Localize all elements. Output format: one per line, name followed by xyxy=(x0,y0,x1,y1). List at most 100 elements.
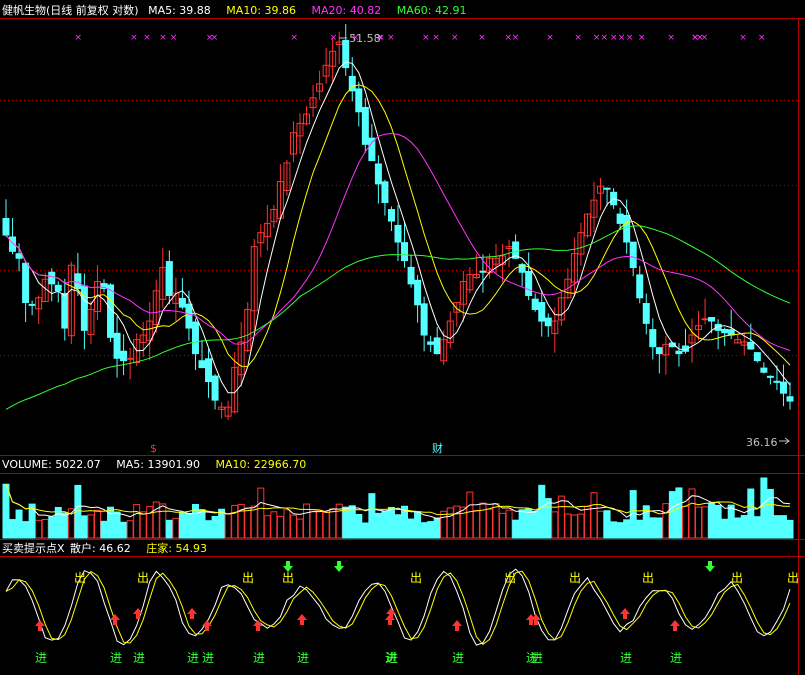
signal-marker: × xyxy=(546,33,554,43)
candle xyxy=(760,362,768,374)
signal-marker: × xyxy=(610,33,618,43)
candle-body xyxy=(15,253,23,259)
volume-bar xyxy=(551,511,559,539)
candle xyxy=(590,181,598,233)
volume-bar xyxy=(329,508,337,539)
candle xyxy=(250,239,258,331)
sell-label: 出 xyxy=(569,571,581,585)
buy-arrow xyxy=(620,608,630,619)
volume-bar xyxy=(257,487,265,539)
candle xyxy=(15,243,23,272)
ma60-legend: MA60: 42.91 xyxy=(396,4,467,17)
volume-bar xyxy=(165,519,173,539)
volume-bar xyxy=(492,503,500,539)
volume-bar xyxy=(113,511,121,539)
candle xyxy=(531,293,539,312)
candle xyxy=(525,252,533,301)
candle xyxy=(779,364,787,407)
indicator-title: 买卖提示点X xyxy=(2,542,65,555)
volume-bar xyxy=(466,491,474,539)
volume-bar xyxy=(361,522,369,539)
candle xyxy=(93,265,101,320)
volume-bar xyxy=(525,508,533,539)
volume-bar xyxy=(459,506,467,539)
signal-marker: × xyxy=(574,33,582,43)
volume-bar xyxy=(231,504,239,539)
candle-body xyxy=(74,273,82,290)
candle-body xyxy=(675,350,683,355)
signal-marker: × xyxy=(387,33,395,43)
volume-bar xyxy=(603,510,611,539)
volume-bar xyxy=(786,519,794,539)
candle xyxy=(564,268,572,300)
candle xyxy=(414,274,422,323)
candle-body xyxy=(531,298,539,310)
buy-arrow xyxy=(385,614,395,625)
volume-bar xyxy=(681,505,689,539)
volume-bar xyxy=(740,515,748,539)
candle xyxy=(61,278,69,341)
dealer-line xyxy=(5,570,791,646)
retail-legend: 散户: 46.62 xyxy=(70,542,131,555)
candle xyxy=(766,375,774,385)
candle xyxy=(557,291,565,326)
volume-bar xyxy=(2,483,10,539)
volume-bar xyxy=(747,488,755,539)
volume-ma10-legend: MA10: 22966.70 xyxy=(215,458,307,471)
volume-bar xyxy=(309,509,317,539)
volume-bar xyxy=(120,521,128,539)
sell-label: 出 xyxy=(242,571,254,585)
candle-body xyxy=(603,187,611,190)
signal-marker: × xyxy=(451,33,459,43)
candle xyxy=(35,295,43,325)
volume-bar xyxy=(655,517,663,539)
sell-label: 出 xyxy=(282,571,294,585)
volume-bar xyxy=(636,519,644,539)
dollar-marker: $ xyxy=(150,442,157,455)
volume-bar xyxy=(394,514,402,539)
volume-bar xyxy=(414,511,422,539)
candle-body xyxy=(786,396,794,402)
candle xyxy=(107,283,115,342)
candle xyxy=(355,81,363,127)
volume-bar xyxy=(753,516,761,539)
candle xyxy=(649,318,657,360)
candle xyxy=(28,300,36,316)
candle-body xyxy=(394,224,402,243)
volume-bar xyxy=(178,511,186,539)
candle xyxy=(446,311,454,349)
candle-body xyxy=(420,303,428,336)
candle xyxy=(22,260,30,323)
candle-body xyxy=(414,279,422,306)
candle xyxy=(433,327,441,355)
high-label: 51.58 xyxy=(349,32,381,45)
candle xyxy=(205,348,213,398)
candle xyxy=(139,321,147,357)
candle xyxy=(237,322,245,387)
candle xyxy=(263,204,271,251)
stock-name: 健帆生物 xyxy=(2,4,46,17)
volume-bar xyxy=(727,504,735,539)
main-header: 健帆生物(日线 前复权 对数) MA5: 39.88 MA10: 39.86 M… xyxy=(2,4,478,18)
volume-bar xyxy=(623,519,631,539)
candle-body xyxy=(760,367,768,373)
candle-body xyxy=(211,375,219,401)
volume-bar xyxy=(28,503,36,539)
volume-bar xyxy=(289,514,297,539)
volume-bar xyxy=(433,517,441,539)
candle xyxy=(41,272,49,303)
volume-bar xyxy=(381,510,389,539)
volume-bar xyxy=(100,520,108,539)
buy-arrow xyxy=(452,620,462,631)
volume-bar xyxy=(734,517,742,539)
volume-bar xyxy=(9,519,17,539)
volume-bar xyxy=(695,506,703,539)
volume-bar xyxy=(276,515,284,539)
candle-body xyxy=(381,181,389,203)
candle xyxy=(211,374,219,410)
candle xyxy=(603,187,611,207)
volume-bar xyxy=(126,520,134,539)
volume-bar xyxy=(185,512,193,539)
candle xyxy=(342,24,350,76)
sell-arrow xyxy=(705,561,715,572)
